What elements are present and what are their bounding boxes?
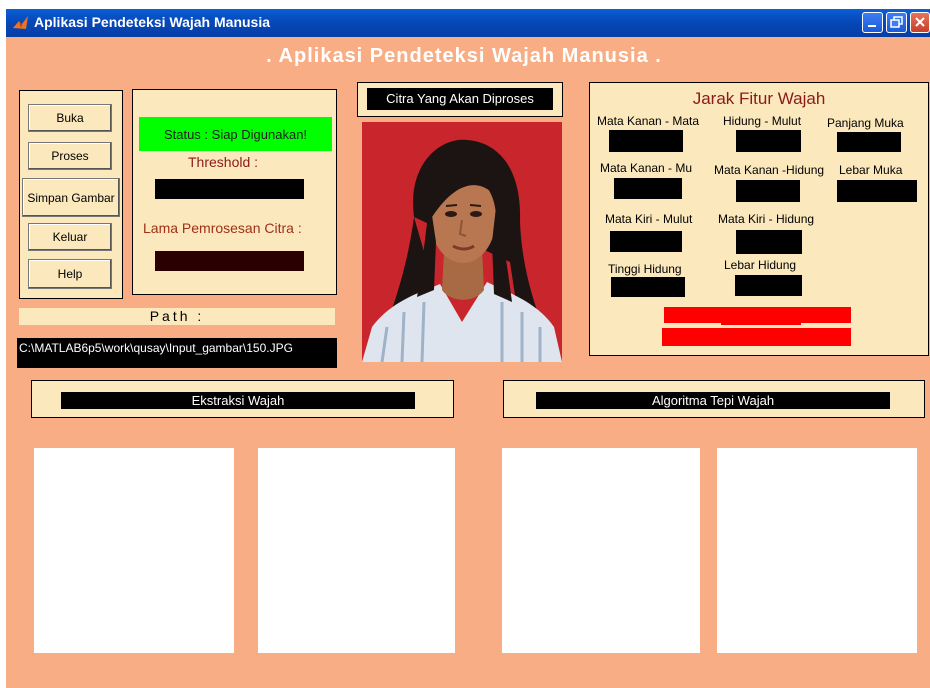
- mata-kiri-mulut-value: [610, 231, 682, 252]
- tepi-axes-1: [502, 448, 700, 653]
- lebar-hidung-value: [735, 275, 802, 296]
- lebar-hidung-label: Lebar Hidung: [724, 258, 797, 272]
- path-label: Path :: [19, 308, 335, 325]
- mata-kanan-mu-value: [614, 178, 682, 199]
- app-heading: . Aplikasi Pendeteksi Wajah Manusia .: [266, 45, 662, 67]
- window-titlebar: Aplikasi Pendeteksi Wajah Manusia: [6, 9, 930, 37]
- tinggi-hidung-label: Tinggi Hidung: [608, 262, 682, 276]
- close-icon: [915, 17, 925, 27]
- algoritma-header-label: Algoritma Tepi Wajah: [536, 392, 890, 409]
- panjang-muka-value: [837, 132, 901, 152]
- proses-button[interactable]: Proses: [28, 142, 112, 170]
- simpan-gambar-button[interactable]: Simpan Gambar: [22, 178, 120, 217]
- mata-kanan-mu-label: Mata Kanan - Mu: [600, 161, 693, 175]
- keluar-button[interactable]: Keluar: [28, 223, 112, 251]
- tepi-axes-2: [717, 448, 917, 653]
- result-bar-2: [662, 328, 851, 346]
- input-image: [362, 122, 562, 362]
- maximize-button[interactable]: [886, 12, 907, 33]
- panjang-muka-label: Panjang Muka: [827, 116, 904, 130]
- figure-client-area: . Aplikasi Pendeteksi Wajah Manusia . Bu…: [6, 37, 930, 688]
- hidung-mulut-label: Hidung - Mulut: [723, 114, 802, 128]
- help-button[interactable]: Help: [28, 259, 112, 289]
- image-title-label: Citra Yang Akan Diproses: [367, 88, 553, 110]
- matlab-icon: [13, 16, 28, 29]
- mata-kanan-hidung-value: [736, 180, 800, 202]
- threshold-value-field: [155, 179, 304, 199]
- result-bar-1: [664, 307, 851, 323]
- mata-kanan-mata-label: Mata Kanan - Mata: [597, 114, 700, 128]
- mata-kiri-hidung-value: [736, 230, 802, 254]
- result-bar-1-tab: [721, 322, 801, 325]
- mata-kanan-hidung-label: Mata Kanan -Hidung: [714, 163, 825, 177]
- status-indicator: Status : Siap Digunakan!: [139, 117, 332, 151]
- ekstraksi-header-label: Ekstraksi Wajah: [61, 392, 415, 409]
- mata-kiri-hidung-label: Mata Kiri - Hidung: [718, 212, 815, 226]
- hidung-mulut-value: [736, 130, 801, 152]
- processing-time-value-field: [155, 251, 304, 271]
- path-value-field: C:\MATLAB6p5\work\qusay\Input_gambar\150…: [17, 338, 337, 368]
- mata-kanan-mata-value: [609, 130, 683, 152]
- restore-icon: [890, 16, 903, 28]
- window-title: Aplikasi Pendeteksi Wajah Manusia: [34, 14, 271, 30]
- lebar-muka-label: Lebar Muka: [839, 163, 903, 177]
- tinggi-hidung-value: [611, 277, 685, 297]
- minimize-icon: [868, 25, 876, 27]
- portrait-photo: [362, 122, 562, 362]
- minimize-button[interactable]: [862, 12, 883, 33]
- threshold-label: Threshold :: [188, 154, 259, 170]
- ekstraksi-axes-2: [258, 448, 455, 653]
- mata-kiri-mulut-label: Mata Kiri - Mulut: [605, 212, 693, 226]
- close-button[interactable]: [910, 12, 930, 33]
- buka-button[interactable]: Buka: [28, 104, 112, 132]
- lebar-muka-value: [837, 180, 917, 202]
- processing-time-label: Lama Pemrosesan Citra :: [143, 220, 302, 236]
- feature-panel-title: Jarak Fitur Wajah: [692, 89, 826, 108]
- ekstraksi-axes-1: [34, 448, 234, 653]
